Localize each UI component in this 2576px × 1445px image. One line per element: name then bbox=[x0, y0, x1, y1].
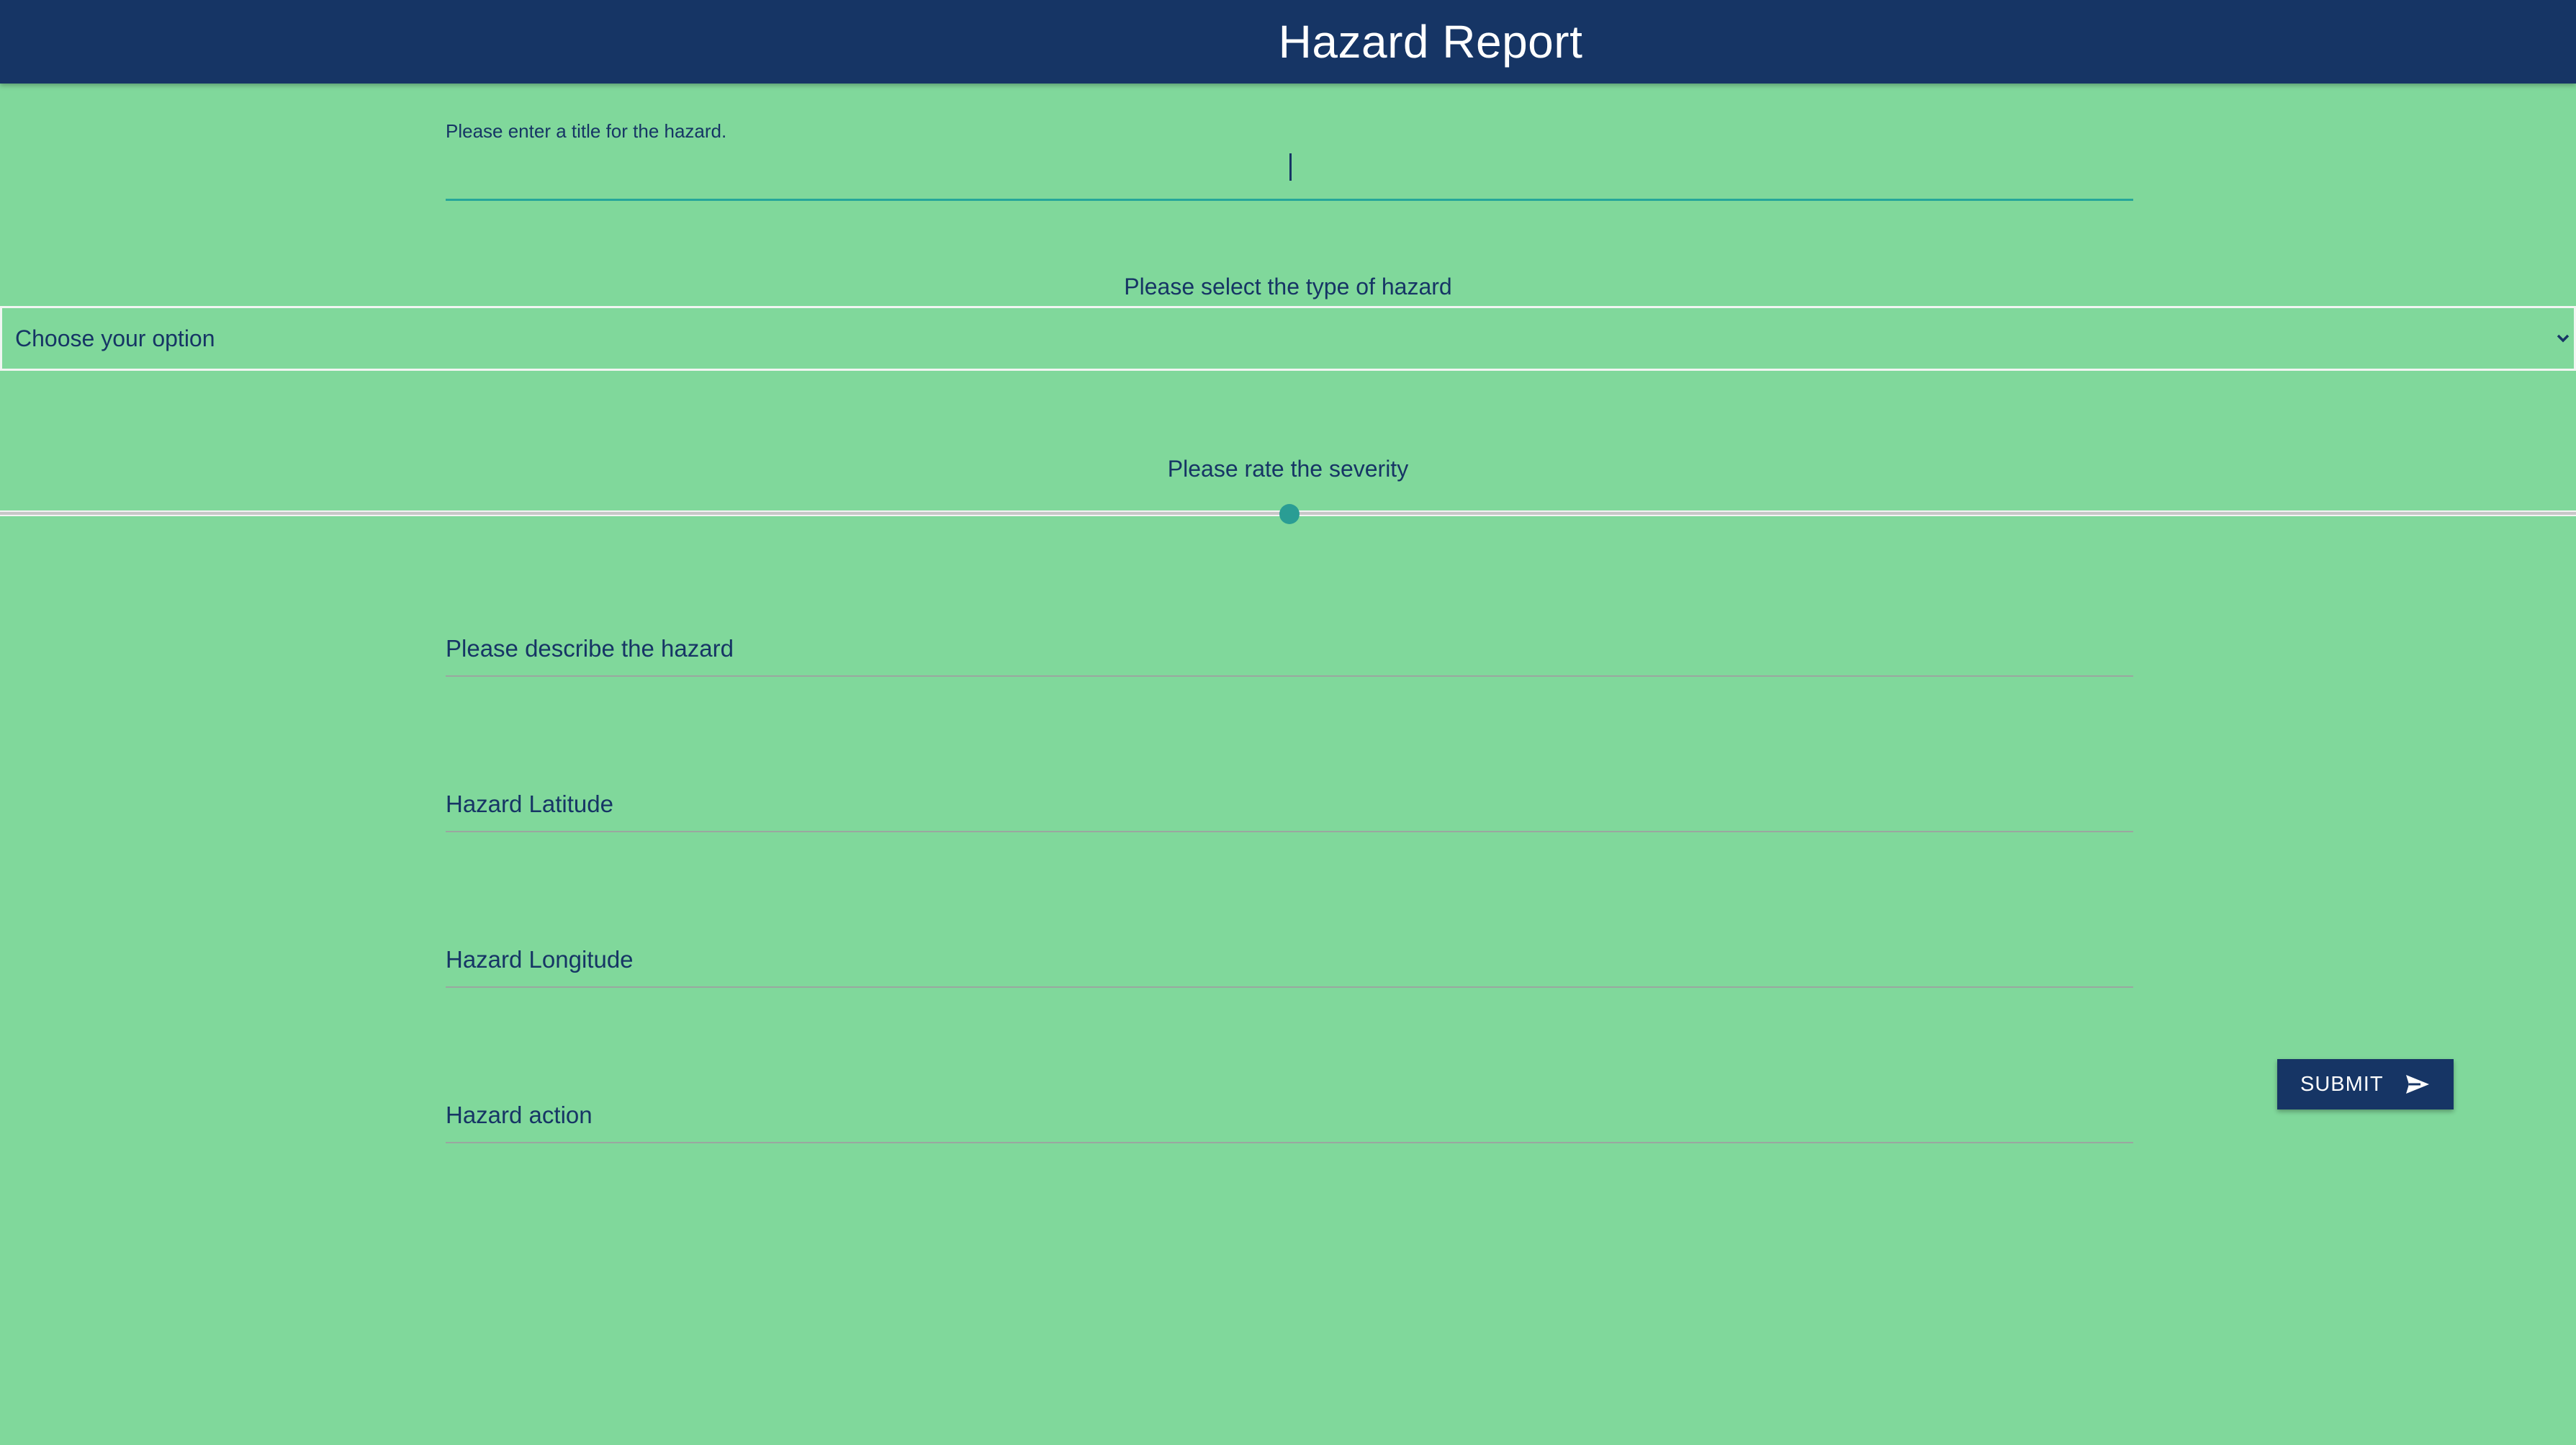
action-placeholder: Hazard action bbox=[446, 1102, 593, 1128]
app-header: Hazard Report bbox=[0, 0, 2576, 84]
submit-label: SUBMIT bbox=[2300, 1072, 2384, 1096]
chevron-down-icon bbox=[2557, 334, 2570, 343]
hazard-type-label: Please select the type of hazard bbox=[1124, 274, 1452, 300]
hazard-type-select[interactable]: Choose your option bbox=[0, 306, 2576, 371]
latitude-input[interactable] bbox=[446, 831, 2133, 832]
severity-label: Please rate the severity bbox=[1167, 456, 1409, 482]
submit-button[interactable]: SUBMIT bbox=[2277, 1059, 2454, 1109]
action-input[interactable] bbox=[446, 1142, 2133, 1143]
severity-slider-thumb[interactable] bbox=[1279, 504, 1300, 524]
longitude-placeholder: Hazard Longitude bbox=[446, 946, 634, 973]
description-placeholder: Please describe the hazard bbox=[446, 635, 734, 662]
page-title: Hazard Report bbox=[1278, 16, 1583, 68]
text-caret bbox=[1289, 153, 1292, 181]
hazard-type-selected-value: Choose your option bbox=[15, 325, 215, 351]
description-input[interactable] bbox=[446, 675, 2133, 677]
latitude-placeholder: Hazard Latitude bbox=[446, 791, 613, 817]
hazard-report-page: Hazard Report Please enter a title for t… bbox=[0, 0, 2576, 1445]
title-field-label: Please enter a title for the hazard. bbox=[446, 120, 727, 142]
longitude-input[interactable] bbox=[446, 986, 2133, 988]
send-icon bbox=[2406, 1075, 2429, 1094]
